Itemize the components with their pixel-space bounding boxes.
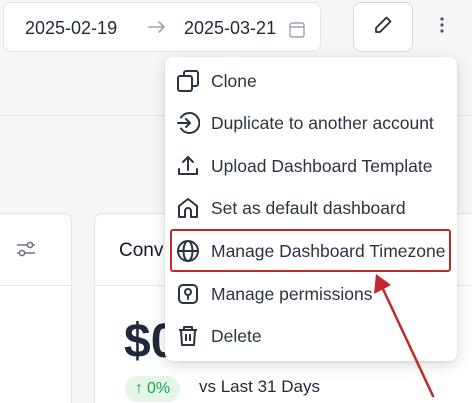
widget-title: Conv xyxy=(119,240,164,261)
kebab-menu-icon xyxy=(439,16,445,39)
menu-item-manage-timezone[interactable]: Manage Dashboard Timezone xyxy=(165,232,457,270)
upload-icon xyxy=(175,153,201,179)
duplicate-enter-icon xyxy=(175,110,201,136)
menu-item-set-default[interactable]: Set as default dashboard xyxy=(165,189,457,227)
arrow-right-icon xyxy=(148,19,166,40)
menu-item-label: Manage permissions xyxy=(211,283,373,304)
arrow-up-icon: ↑ xyxy=(135,380,143,397)
lock-icon xyxy=(175,281,201,307)
calendar-icon[interactable] xyxy=(287,21,305,43)
menu-item-upload-template[interactable]: Upload Dashboard Template xyxy=(165,147,457,185)
menu-item-delete[interactable]: Delete xyxy=(165,317,457,355)
change-value: 0% xyxy=(147,380,171,397)
date-range-picker[interactable]: 2025-02-19 2025-03-21 xyxy=(3,2,321,52)
home-icon xyxy=(175,195,201,221)
menu-item-label: Duplicate to another account xyxy=(211,112,434,133)
widget-card-left-header xyxy=(0,214,71,286)
start-date[interactable]: 2025-02-19 xyxy=(25,18,117,39)
menu-item-label: Upload Dashboard Template xyxy=(211,155,433,176)
more-options-button[interactable] xyxy=(432,16,452,38)
comparison-label: vs Last 31 Days xyxy=(199,377,320,396)
end-date[interactable]: 2025-03-21 xyxy=(184,18,276,39)
menu-item-duplicate[interactable]: Duplicate to another account xyxy=(165,104,457,142)
top-bar: 2025-02-19 2025-03-21 xyxy=(0,0,472,60)
dashboard-options-menu: Clone Duplicate to another account Uploa… xyxy=(165,57,457,361)
trash-icon xyxy=(175,323,201,349)
menu-item-clone[interactable]: Clone xyxy=(165,62,457,100)
filter-settings-icon[interactable] xyxy=(16,241,36,262)
clone-icon xyxy=(175,68,201,94)
edit-dashboard-button[interactable] xyxy=(353,2,413,52)
menu-item-label: Delete xyxy=(211,325,262,346)
menu-item-label: Manage Dashboard Timezone xyxy=(211,240,446,261)
widget-card-left xyxy=(0,213,72,403)
change-badge: ↑ 0% xyxy=(125,376,181,402)
pencil-icon xyxy=(373,15,393,40)
menu-item-label: Set as default dashboard xyxy=(211,197,406,218)
menu-item-manage-permissions[interactable]: Manage permissions xyxy=(165,275,457,313)
globe-icon xyxy=(175,238,201,264)
menu-item-label: Clone xyxy=(211,70,257,91)
